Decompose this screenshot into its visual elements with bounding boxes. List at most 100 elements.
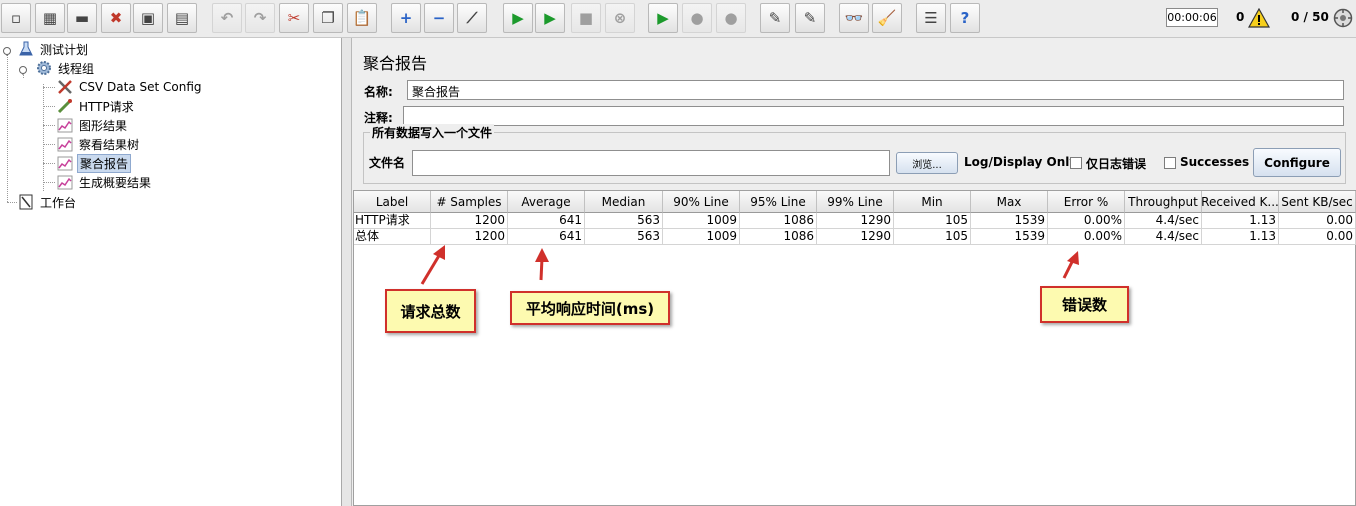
table-row[interactable]: 总体 1200 641 563 1009 1086 1290 105 1539 0.00% 4.4/…	[354, 229, 1356, 245]
tree-node-graph-results[interactable]: 图形结果	[56, 116, 129, 134]
table-cell: 1290	[817, 213, 894, 229]
tree-expand-handle-icon[interactable]	[18, 65, 28, 75]
browse-button[interactable]: 浏览...	[896, 152, 958, 174]
paste-button[interactable]: 📋	[347, 3, 377, 33]
tree-node-aggregate-report[interactable]: 聚合报告	[56, 153, 132, 173]
templates-button[interactable]: ▦	[35, 3, 65, 33]
collapse-button[interactable]: −	[424, 3, 454, 33]
column-header[interactable]: Error %	[1048, 191, 1125, 213]
stop-button[interactable]: ■	[571, 3, 601, 33]
column-header[interactable]: Throughput	[1125, 191, 1202, 213]
redo-button[interactable]: ↷	[245, 3, 275, 33]
remote-stop-button[interactable]: ●	[682, 3, 712, 33]
close-button[interactable]: ✖	[101, 3, 131, 33]
table-cell: 0.00%	[1048, 229, 1125, 245]
help-button[interactable]: ?	[950, 3, 980, 33]
save-as-button[interactable]: ▤	[167, 3, 197, 33]
clear-all-button[interactable]: ✎	[795, 3, 825, 33]
templates-icon: ▦	[42, 8, 58, 27]
copy-button[interactable]: ❐	[313, 3, 343, 33]
expand-button[interactable]: +	[391, 3, 421, 33]
tree-node-label: 聚合报告	[77, 153, 132, 173]
table-cell: 563	[585, 229, 663, 245]
toggle-button[interactable]: ⟋	[457, 3, 487, 33]
tree-node-http-request[interactable]: HTTP请求	[56, 97, 136, 115]
active-threads: 0 / 50	[1291, 10, 1329, 24]
table-cell: 641	[508, 229, 585, 245]
start-no-pause-button[interactable]: ▶	[535, 3, 565, 33]
column-header[interactable]: Average	[508, 191, 585, 213]
panel-splitter[interactable]	[342, 38, 352, 506]
remote-shutdown-button[interactable]: ●	[716, 3, 746, 33]
table-cell: 4.4/sec	[1125, 229, 1202, 245]
column-header[interactable]: Median	[585, 191, 663, 213]
column-header[interactable]: Max	[971, 191, 1048, 213]
search-button[interactable]: 👓	[839, 3, 869, 33]
tree-node-label: 图形结果	[79, 118, 128, 133]
table-cell: 0.00%	[1048, 213, 1125, 229]
name-label: 名称:	[364, 85, 393, 99]
clear-all-icon: ✎	[803, 8, 817, 27]
start-button[interactable]: ▶	[503, 3, 533, 33]
warning-icon[interactable]	[1248, 8, 1270, 28]
undo-icon: ↶	[220, 8, 234, 27]
tree-node-csv-config[interactable]: CSV Data Set Config	[56, 78, 204, 96]
tree-node-view-results-tree[interactable]: 察看结果树	[56, 135, 141, 153]
write-to-file-group: 所有数据写入一个文件 文件名 浏览... Log/Display Only: 仅…	[363, 124, 1346, 184]
column-header[interactable]: Sent KB/sec	[1279, 191, 1356, 213]
stop-icon: ■	[578, 8, 594, 27]
remote-status-icon	[1333, 8, 1353, 28]
column-header[interactable]: Label	[354, 191, 431, 213]
tree-node-test-plan[interactable]: 测试计划	[17, 40, 90, 58]
table-cell: 1.13	[1202, 229, 1279, 245]
aggregate-report-panel: 聚合报告 名称: 聚合报告 注释: 所有数据写入一个文件 文件名 浏览... L…	[353, 38, 1356, 506]
table-cell: 1009	[663, 229, 740, 245]
toggle-icon: ⟋	[466, 8, 478, 27]
table-cell: 105	[894, 213, 971, 229]
cut-button[interactable]: ✂	[279, 3, 309, 33]
errors-only-checkbox[interactable]	[1070, 157, 1082, 169]
graph-icon	[56, 174, 74, 190]
tree-node-label: CSV Data Set Config	[79, 80, 202, 94]
column-header[interactable]: # Samples	[431, 191, 508, 213]
open-button[interactable]: ▬	[67, 3, 97, 33]
new-button[interactable]: ▫	[1, 3, 31, 33]
name-input[interactable]: 聚合报告	[407, 80, 1344, 100]
tree-node-label: 察看结果树	[79, 137, 140, 152]
new-icon: ▫	[10, 8, 22, 27]
column-header[interactable]: 90% Line	[663, 191, 740, 213]
tree-node-workbench[interactable]: 工作台	[17, 193, 78, 211]
tree-node-summary-results[interactable]: 生成概要结果	[56, 173, 153, 191]
remote-start-button[interactable]: ▶	[648, 3, 678, 33]
table-cell: 1539	[971, 229, 1048, 245]
tree-node-label: 生成概要结果	[79, 175, 152, 190]
table-cell: 105	[894, 229, 971, 245]
table-cell: 1290	[817, 229, 894, 245]
table-cell: 0.00	[1279, 229, 1356, 245]
clear-button[interactable]: ✎	[760, 3, 790, 33]
successes-checkbox[interactable]	[1164, 157, 1176, 169]
help-icon: ?	[960, 8, 970, 27]
undo-button[interactable]: ↶	[212, 3, 242, 33]
function-helper-button[interactable]: ☰	[916, 3, 946, 33]
comment-input[interactable]	[403, 106, 1344, 126]
table-cell: 4.4/sec	[1125, 213, 1202, 229]
column-header[interactable]: 99% Line	[817, 191, 894, 213]
tree-node-thread-group[interactable]: 线程组	[35, 59, 96, 77]
table-row[interactable]: HTTP请求 1200 641 563 1009 1086 1290 105 1539 0.00%…	[354, 213, 1356, 229]
filename-input[interactable]	[412, 150, 890, 176]
table-cell: 1200	[431, 213, 508, 229]
open-icon: ▬	[74, 8, 90, 27]
column-header[interactable]: Min	[894, 191, 971, 213]
column-header[interactable]: 95% Line	[740, 191, 817, 213]
save-button[interactable]: ▣	[133, 3, 163, 33]
shutdown-button[interactable]: ⊗	[605, 3, 635, 33]
table-cell: 1.13	[1202, 213, 1279, 229]
graph-icon	[56, 155, 74, 171]
filename-label: 文件名	[369, 156, 406, 170]
column-header[interactable]: Received K...	[1202, 191, 1279, 213]
samples-arrow-icon	[420, 245, 445, 285]
configure-button[interactable]: Configure	[1253, 148, 1341, 177]
reset-search-button[interactable]: 🧹	[872, 3, 902, 33]
tree-expand-handle-icon[interactable]	[2, 46, 12, 56]
